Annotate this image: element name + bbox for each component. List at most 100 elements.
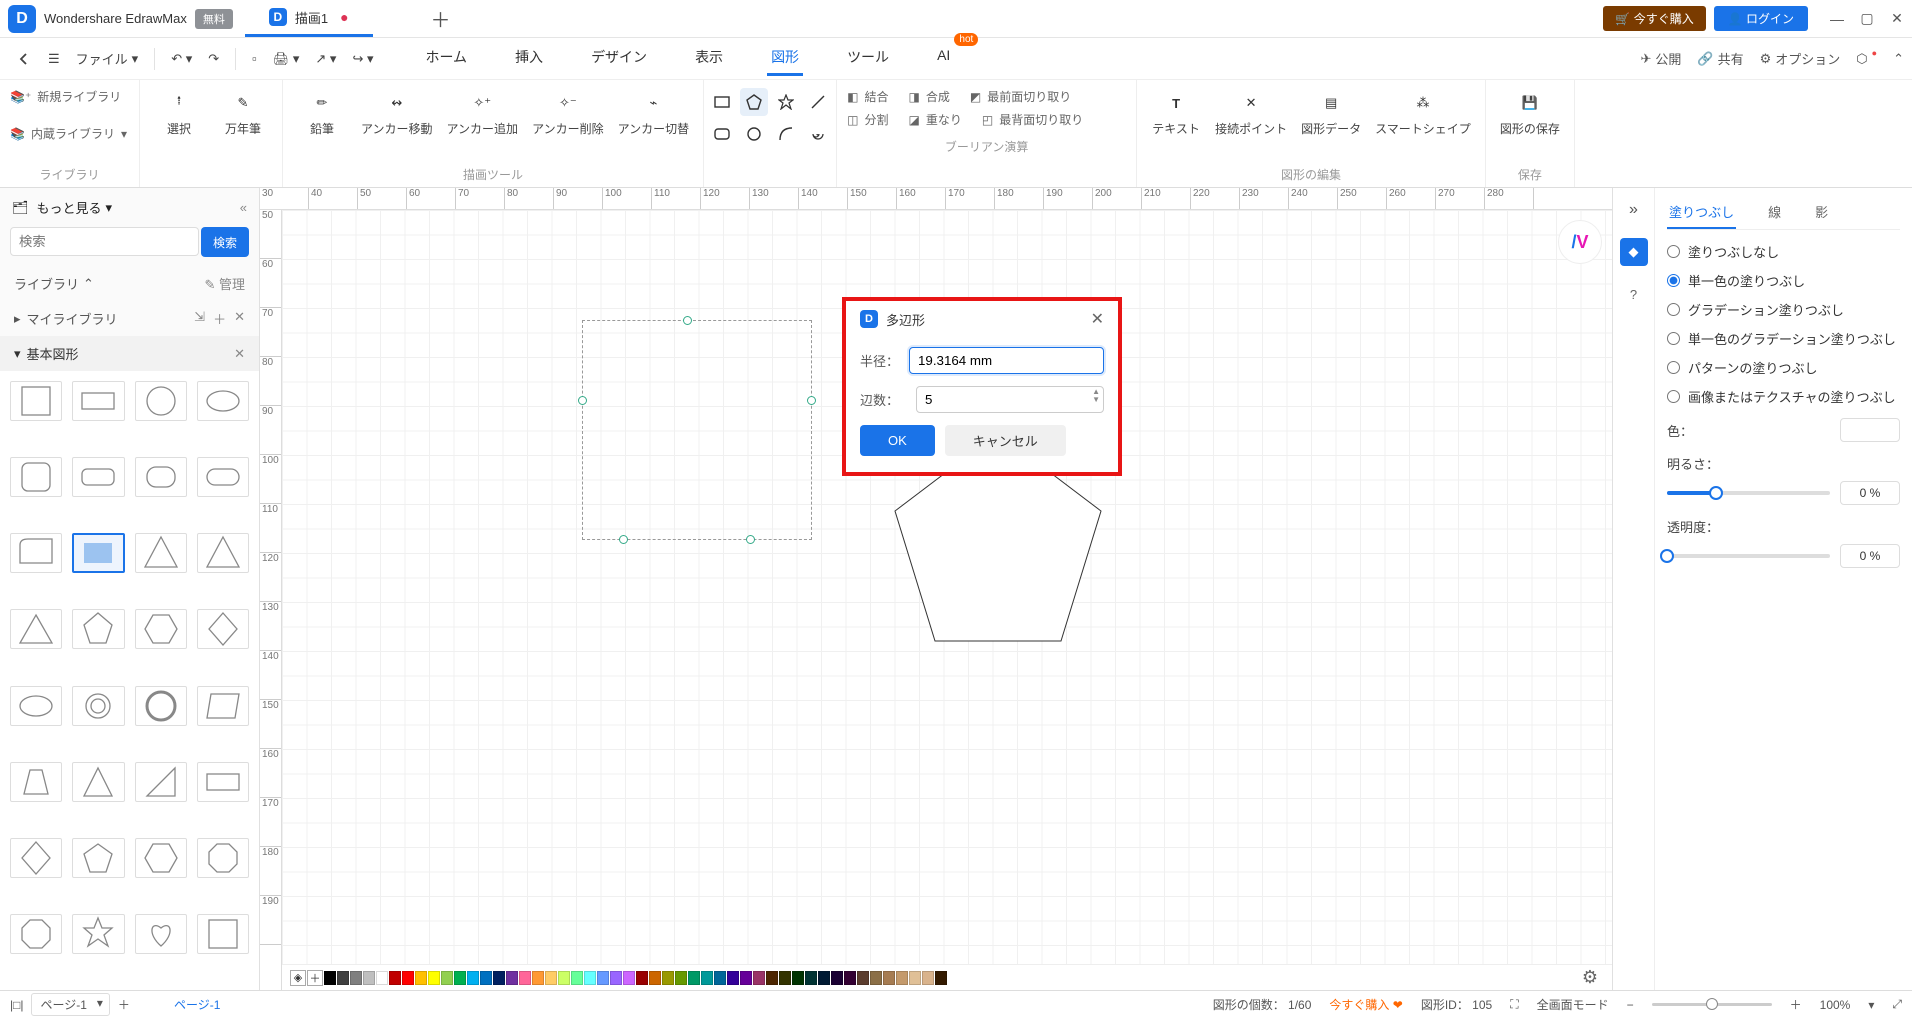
fill-option-5[interactable]: 画像またはテクスチャの塗りつぶし bbox=[1667, 387, 1900, 406]
opacity-slider[interactable] bbox=[1667, 554, 1830, 558]
ellipse-tool[interactable] bbox=[740, 120, 768, 148]
file-menu[interactable]: ファイル ▾ bbox=[68, 45, 147, 72]
shape-thumb[interactable] bbox=[197, 838, 249, 878]
color-swatch[interactable] bbox=[727, 971, 739, 985]
color-swatch[interactable] bbox=[792, 971, 804, 985]
color-swatch[interactable] bbox=[831, 971, 843, 985]
shape-thumb[interactable] bbox=[10, 457, 62, 497]
color-swatch[interactable] bbox=[766, 971, 778, 985]
color-swatch[interactable] bbox=[870, 971, 882, 985]
zoom-out-icon[interactable]: − bbox=[1627, 998, 1634, 1012]
add-swatch-icon[interactable]: ＋ bbox=[307, 970, 323, 986]
color-swatch[interactable] bbox=[935, 971, 947, 985]
import-icon[interactable]: ⇲ bbox=[194, 309, 205, 328]
buy-now-button[interactable]: 🛒 今すぐ購入 bbox=[1603, 6, 1705, 31]
color-swatch[interactable] bbox=[701, 971, 713, 985]
publish-button[interactable]: ✈ 公開 bbox=[1641, 49, 1682, 68]
color-swatch[interactable] bbox=[610, 971, 622, 985]
shape-thumb[interactable] bbox=[135, 457, 187, 497]
color-swatch[interactable] bbox=[337, 971, 349, 985]
bool-back-crop[interactable]: ◰ 最背面切り取り bbox=[982, 111, 1083, 128]
shape-thumb[interactable] bbox=[135, 381, 187, 421]
color-swatch[interactable] bbox=[805, 971, 817, 985]
buy-now-promo[interactable]: 今すぐ購入 ❤ bbox=[1329, 996, 1402, 1013]
opacity-value[interactable]: 0 % bbox=[1840, 544, 1900, 568]
anchor-toggle-tool[interactable]: ⌁アンカー切替 bbox=[614, 88, 694, 139]
palette-settings-icon[interactable]: ⚙ bbox=[1576, 967, 1604, 988]
shape-thumb[interactable] bbox=[135, 686, 187, 726]
text-tool[interactable]: Tテキスト bbox=[1147, 88, 1205, 139]
fit-page-icon[interactable]: ⤢ bbox=[1892, 997, 1902, 1012]
menu-tab-5[interactable]: ツール bbox=[843, 41, 893, 76]
menu-tab-1[interactable]: 挿入 bbox=[511, 41, 547, 76]
menu-tab-4[interactable]: 図形 bbox=[767, 41, 803, 76]
color-swatch[interactable] bbox=[350, 971, 362, 985]
color-swatch[interactable] bbox=[883, 971, 895, 985]
color-swatch[interactable] bbox=[545, 971, 557, 985]
redo-icon[interactable]: ↷ bbox=[200, 47, 227, 71]
color-swatch[interactable] bbox=[363, 971, 375, 985]
basic-shapes-section[interactable]: ▾基本図形 ✕ bbox=[0, 336, 259, 371]
shape-thumb[interactable] bbox=[10, 609, 62, 649]
save-shape-tool[interactable]: 💾図形の保存 bbox=[1496, 88, 1564, 139]
smart-shape-tool[interactable]: ⁂スマートシェイプ bbox=[1371, 88, 1475, 139]
menu-tab-3[interactable]: 表示 bbox=[691, 41, 727, 76]
arc-tool[interactable] bbox=[772, 120, 800, 148]
color-swatch[interactable] bbox=[649, 971, 661, 985]
menu-tab-2[interactable]: デザイン bbox=[587, 41, 651, 76]
color-swatch[interactable] bbox=[428, 971, 440, 985]
color-swatch[interactable] bbox=[753, 971, 765, 985]
shape-thumb[interactable] bbox=[10, 686, 62, 726]
shape-thumb[interactable] bbox=[197, 686, 249, 726]
star-shape-tool[interactable] bbox=[772, 88, 800, 116]
close-section-icon[interactable]: ✕ bbox=[234, 346, 245, 362]
left-panel-header[interactable]: 🗂 もっと見る▾ « bbox=[0, 188, 259, 227]
color-swatch[interactable] bbox=[467, 971, 479, 985]
color-swatch[interactable] bbox=[779, 971, 791, 985]
spiral-tool[interactable] bbox=[804, 120, 832, 148]
color-swatch[interactable] bbox=[402, 971, 414, 985]
close-mylib-icon[interactable]: ✕ bbox=[234, 309, 245, 328]
color-swatch[interactable] bbox=[454, 971, 466, 985]
search-button[interactable]: 検索 bbox=[201, 227, 249, 257]
search-input[interactable] bbox=[10, 227, 199, 256]
share-button[interactable]: 🔗 共有 bbox=[1697, 49, 1743, 68]
window-maximize-icon[interactable]: ▢ bbox=[1852, 10, 1882, 27]
shape-thumb[interactable] bbox=[72, 609, 124, 649]
connection-point-tool[interactable]: ✕接続ポイント bbox=[1211, 88, 1291, 139]
page-tab[interactable]: ページ-1 bbox=[174, 996, 220, 1013]
fill-option-2[interactable]: グラデーション塗りつぶし bbox=[1667, 300, 1900, 319]
selection-bounds[interactable] bbox=[582, 320, 812, 540]
color-swatch[interactable] bbox=[493, 971, 505, 985]
color-swatch[interactable] bbox=[441, 971, 453, 985]
fill-option-3[interactable]: 単一色のグラデーション塗りつぶし bbox=[1667, 329, 1900, 348]
color-swatch[interactable] bbox=[857, 971, 869, 985]
resize-handle-sw[interactable] bbox=[619, 535, 628, 544]
panel-toggle-icon[interactable]: |□| bbox=[10, 998, 23, 1012]
color-swatch[interactable] bbox=[922, 971, 934, 985]
pencil-tool[interactable]: ✏鉛筆 bbox=[293, 88, 351, 139]
color-swatch[interactable] bbox=[714, 971, 726, 985]
radius-input[interactable] bbox=[909, 347, 1104, 374]
rect-shape-tool[interactable] bbox=[708, 88, 736, 116]
color-swatch[interactable] bbox=[376, 971, 388, 985]
undo-icon[interactable]: ↶ ▾ bbox=[163, 47, 200, 71]
shape-thumb[interactable] bbox=[10, 838, 62, 878]
color-picker-icon[interactable]: ◈ bbox=[290, 970, 306, 986]
resize-handle-se[interactable] bbox=[746, 535, 755, 544]
color-swatch[interactable] bbox=[532, 971, 544, 985]
anchor-move-tool[interactable]: ↭アンカー移動 bbox=[357, 88, 437, 139]
anchor-delete-tool[interactable]: ✧⁻アンカー削除 bbox=[528, 88, 608, 139]
document-tab[interactable]: D 描画1 ● bbox=[245, 0, 373, 37]
shape-thumb[interactable] bbox=[72, 762, 124, 802]
color-swatch[interactable] bbox=[909, 971, 921, 985]
shape-thumb[interactable] bbox=[72, 914, 124, 954]
shape-thumb[interactable] bbox=[197, 381, 249, 421]
print-icon[interactable]: 🖨 ▾ bbox=[265, 47, 308, 71]
bool-intersect[interactable]: ◪ 重なり bbox=[908, 111, 961, 128]
select-tool[interactable]: ⭫選択 bbox=[150, 88, 208, 139]
color-swatch[interactable] bbox=[519, 971, 531, 985]
add-page-button[interactable]: ＋ bbox=[118, 996, 130, 1013]
color-swatch[interactable] bbox=[571, 971, 583, 985]
shape-thumb[interactable] bbox=[135, 762, 187, 802]
